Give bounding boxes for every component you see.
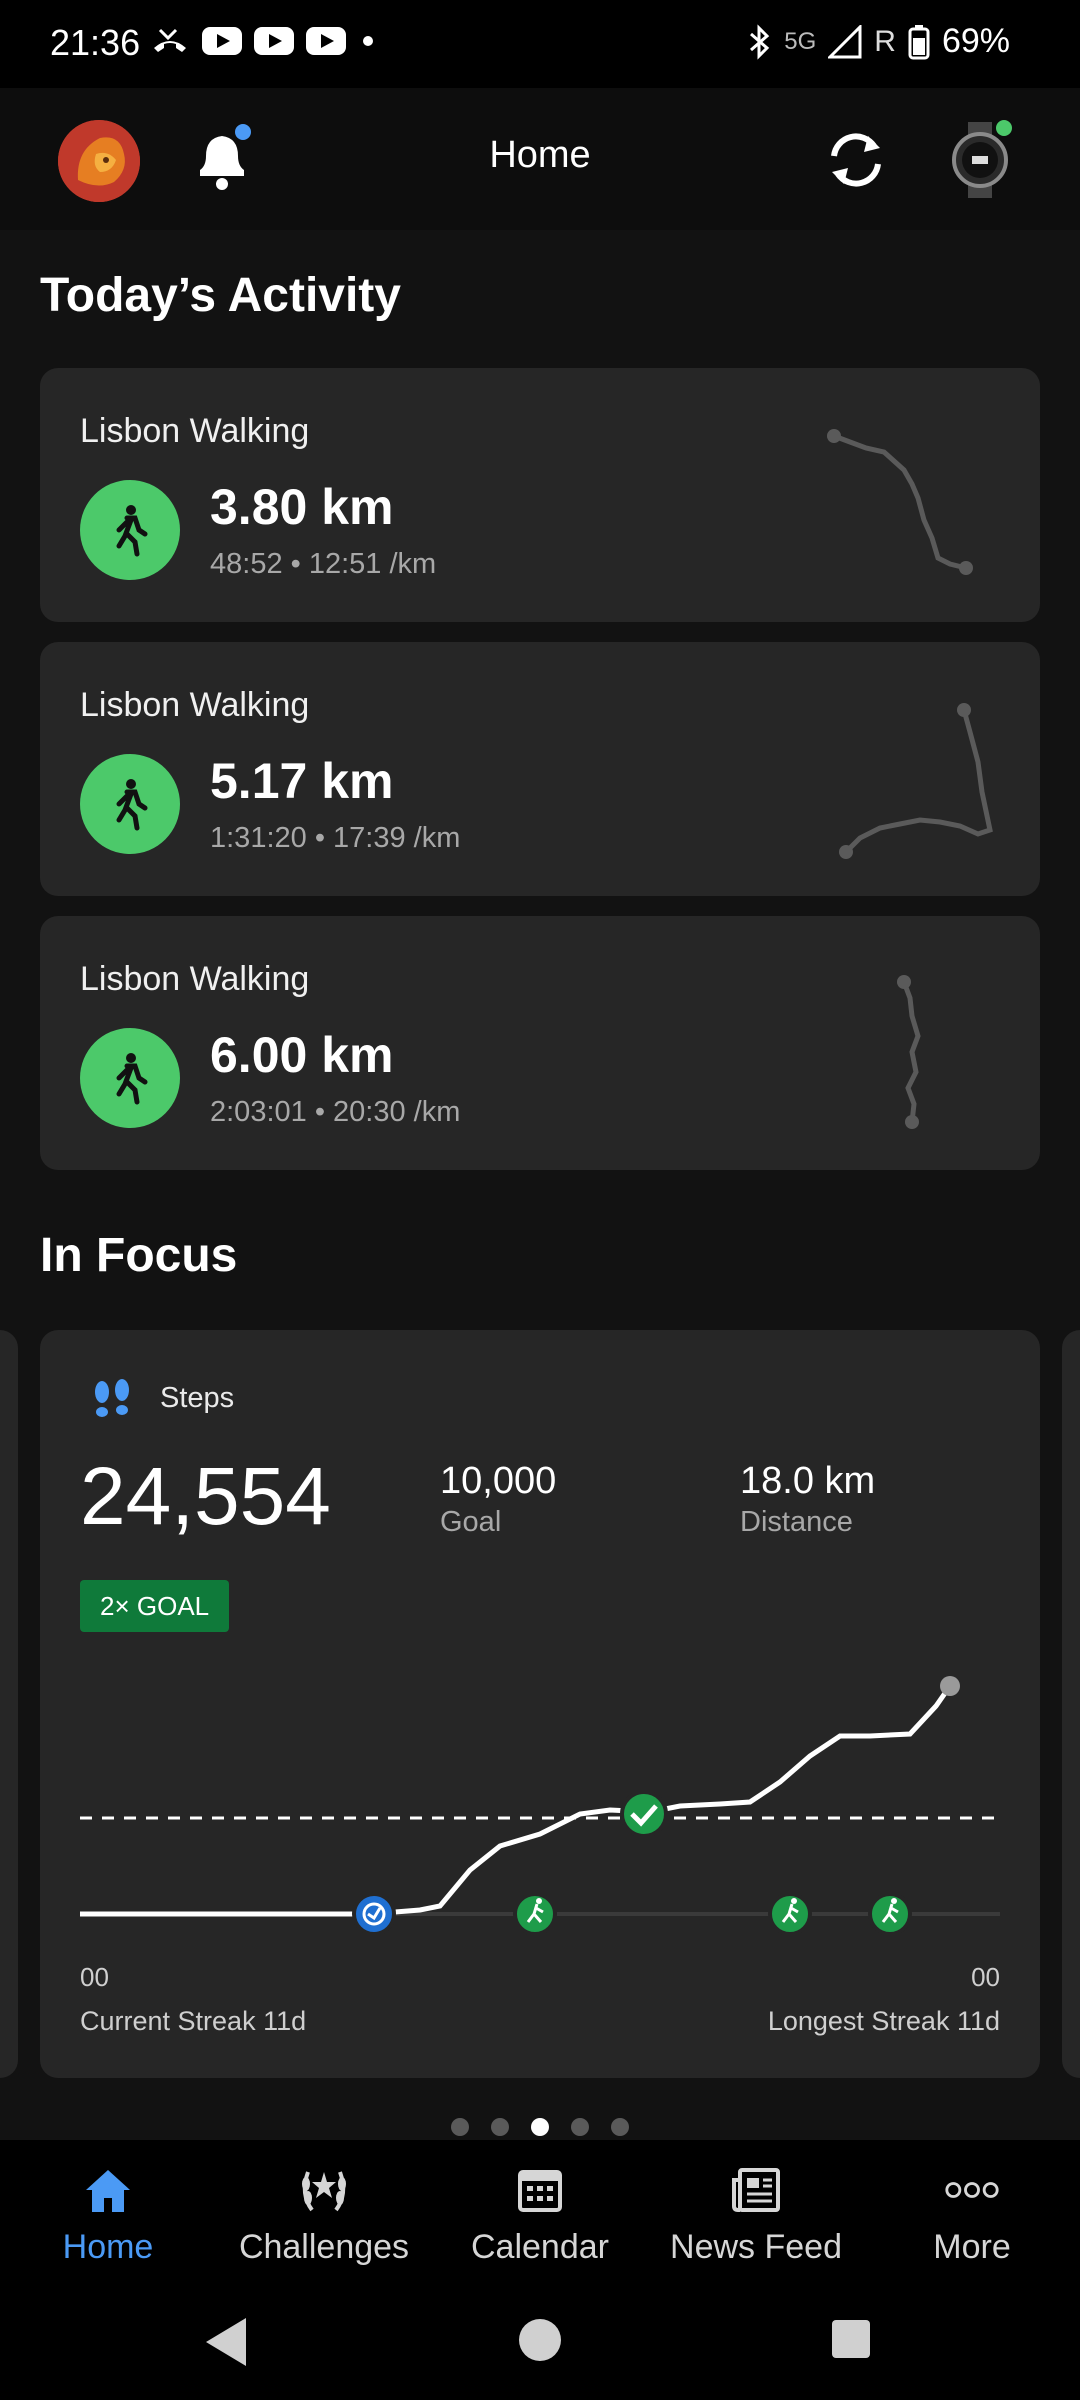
calendar-icon: [518, 2170, 562, 2212]
nav-item-calendar[interactable]: Calendar: [432, 2140, 648, 2280]
distance-value: 18.0 km: [740, 1460, 876, 1502]
youtube-icon: [306, 27, 346, 55]
battery-icon: [908, 24, 930, 59]
status-bar: 21:36 5G R 69%: [0, 0, 1080, 88]
longest-streak: Longest Streak 11d: [767, 2006, 1000, 2036]
device-button[interactable]: [948, 118, 1012, 202]
page-title: Home: [489, 134, 591, 176]
steps-line: [80, 1684, 953, 1917]
goal-label: Goal: [440, 1506, 502, 1538]
nav-label: More: [933, 2228, 1011, 2266]
activity-name: Lisbon Walking: [80, 960, 310, 998]
battery-percent: 69%: [941, 22, 1010, 60]
status-time: 21:36: [50, 22, 141, 63]
status-system-icons: 5G R 69%: [746, 22, 1010, 61]
status-notification-icons: [150, 26, 378, 56]
current-point: [940, 1676, 960, 1696]
nav-item-news-feed[interactable]: News Feed: [648, 2140, 864, 2280]
sync-button[interactable]: [820, 124, 892, 196]
pager-dot[interactable]: [491, 2118, 509, 2136]
activity-card[interactable]: Lisbon Walking 3.80 km 48:52 • 12:51 /km: [40, 368, 1040, 622]
youtube-icon: [202, 27, 242, 55]
nav-item-more[interactable]: More: [864, 2140, 1080, 2280]
watch-icon: [952, 120, 1012, 198]
activity-details: 1:31:20 • 17:39 /km: [210, 822, 461, 854]
nav-label: Home: [62, 2228, 154, 2266]
walking-icon: [116, 1053, 148, 1105]
dot-icon: [363, 36, 373, 46]
bluetooth-icon: [750, 23, 770, 60]
activity-distance: 6.00 km: [210, 1027, 394, 1083]
next-focus-card[interactable]: [1062, 1330, 1080, 2078]
more-icon: [945, 2182, 999, 2198]
laurel-icon: [302, 2171, 346, 2212]
activity-card[interactable]: Lisbon Walking 6.00 km 2:03:01 • 20:30 /…: [40, 916, 1040, 1170]
activity-name: Lisbon Walking: [80, 412, 310, 450]
route-map-thumbnail: [827, 429, 973, 575]
chart-axis-end: 00: [971, 1962, 1000, 1992]
nav-label: Calendar: [471, 2228, 609, 2266]
device-connected-badge: [996, 120, 1012, 136]
current-streak: Current Streak 11d: [80, 2006, 307, 2036]
news-icon: [732, 2168, 780, 2212]
walking-activity-badge: [80, 480, 180, 580]
system-navigation-bar: [0, 2280, 1080, 2400]
activity-card[interactable]: Lisbon Walking 5.17 km 1:31:20 • 17:39 /…: [40, 642, 1040, 896]
walk-marker: [868, 1892, 912, 1936]
footprints-icon: [95, 1379, 129, 1417]
youtube-icon: [254, 27, 294, 55]
missed-call-icon: [154, 28, 186, 52]
sync-icon: [831, 133, 881, 187]
top-app-bar: Home: [0, 88, 1080, 230]
chart-axis-start: 00: [80, 1962, 109, 1992]
pager-dot-active[interactable]: [531, 2118, 549, 2136]
pager-indicator: [0, 2118, 1080, 2136]
nav-item-challenges[interactable]: Challenges: [216, 2140, 432, 2280]
in-focus-title: In Focus: [40, 1229, 238, 1282]
nav-label: News Feed: [670, 2228, 842, 2266]
steps-focus-card[interactable]: Steps 24,554 10,000 Goal 18.0 km Distanc…: [40, 1330, 1040, 2078]
goal-multiplier-badge: 2× GOAL: [80, 1580, 230, 1632]
walk-marker: [513, 1892, 557, 1936]
walking-icon: [116, 505, 148, 557]
walking-activity-badge: [80, 1028, 180, 1128]
distance-label: Distance: [740, 1506, 853, 1538]
nav-label: Challenges: [238, 2228, 410, 2266]
activity-details: 2:03:01 • 20:30 /km: [210, 1096, 461, 1128]
sleep-marker: [352, 1892, 396, 1936]
activity-distance: 5.17 km: [210, 753, 394, 809]
recents-button[interactable]: [832, 2320, 870, 2358]
roaming-indicator: R: [874, 24, 896, 58]
steps-progress-chart: [80, 1676, 1000, 1936]
back-button[interactable]: [206, 2318, 246, 2366]
home-icon: [86, 2170, 130, 2212]
activity-name: Lisbon Walking: [80, 686, 310, 724]
todays-activity-title: Today’s Activity: [40, 269, 401, 322]
goal-value: 10,000: [440, 1460, 557, 1502]
signal-icon: [828, 24, 862, 58]
walking-icon: [116, 779, 148, 831]
network-type: 5G: [784, 27, 817, 55]
pager-dot[interactable]: [571, 2118, 589, 2136]
pager-dot[interactable]: [611, 2118, 629, 2136]
walk-marker: [768, 1892, 812, 1936]
walking-activity-badge: [80, 754, 180, 854]
route-map-thumbnail: [897, 975, 921, 1129]
previous-focus-card[interactable]: [0, 1330, 18, 2078]
home-button[interactable]: [519, 2319, 561, 2361]
activity-distance: 3.80 km: [210, 479, 394, 535]
activity-details: 48:52 • 12:51 /km: [210, 548, 437, 580]
route-map-thumbnail: [839, 703, 993, 859]
steps-count: 24,554: [80, 1451, 331, 1542]
goal-reached-marker: [620, 1790, 668, 1838]
steps-label: Steps: [160, 1382, 235, 1414]
bottom-navigation: Home Challenges Calendar News Feed More: [0, 2140, 1080, 2280]
pager-dot[interactable]: [451, 2118, 469, 2136]
nav-item-home[interactable]: Home: [0, 2140, 216, 2280]
